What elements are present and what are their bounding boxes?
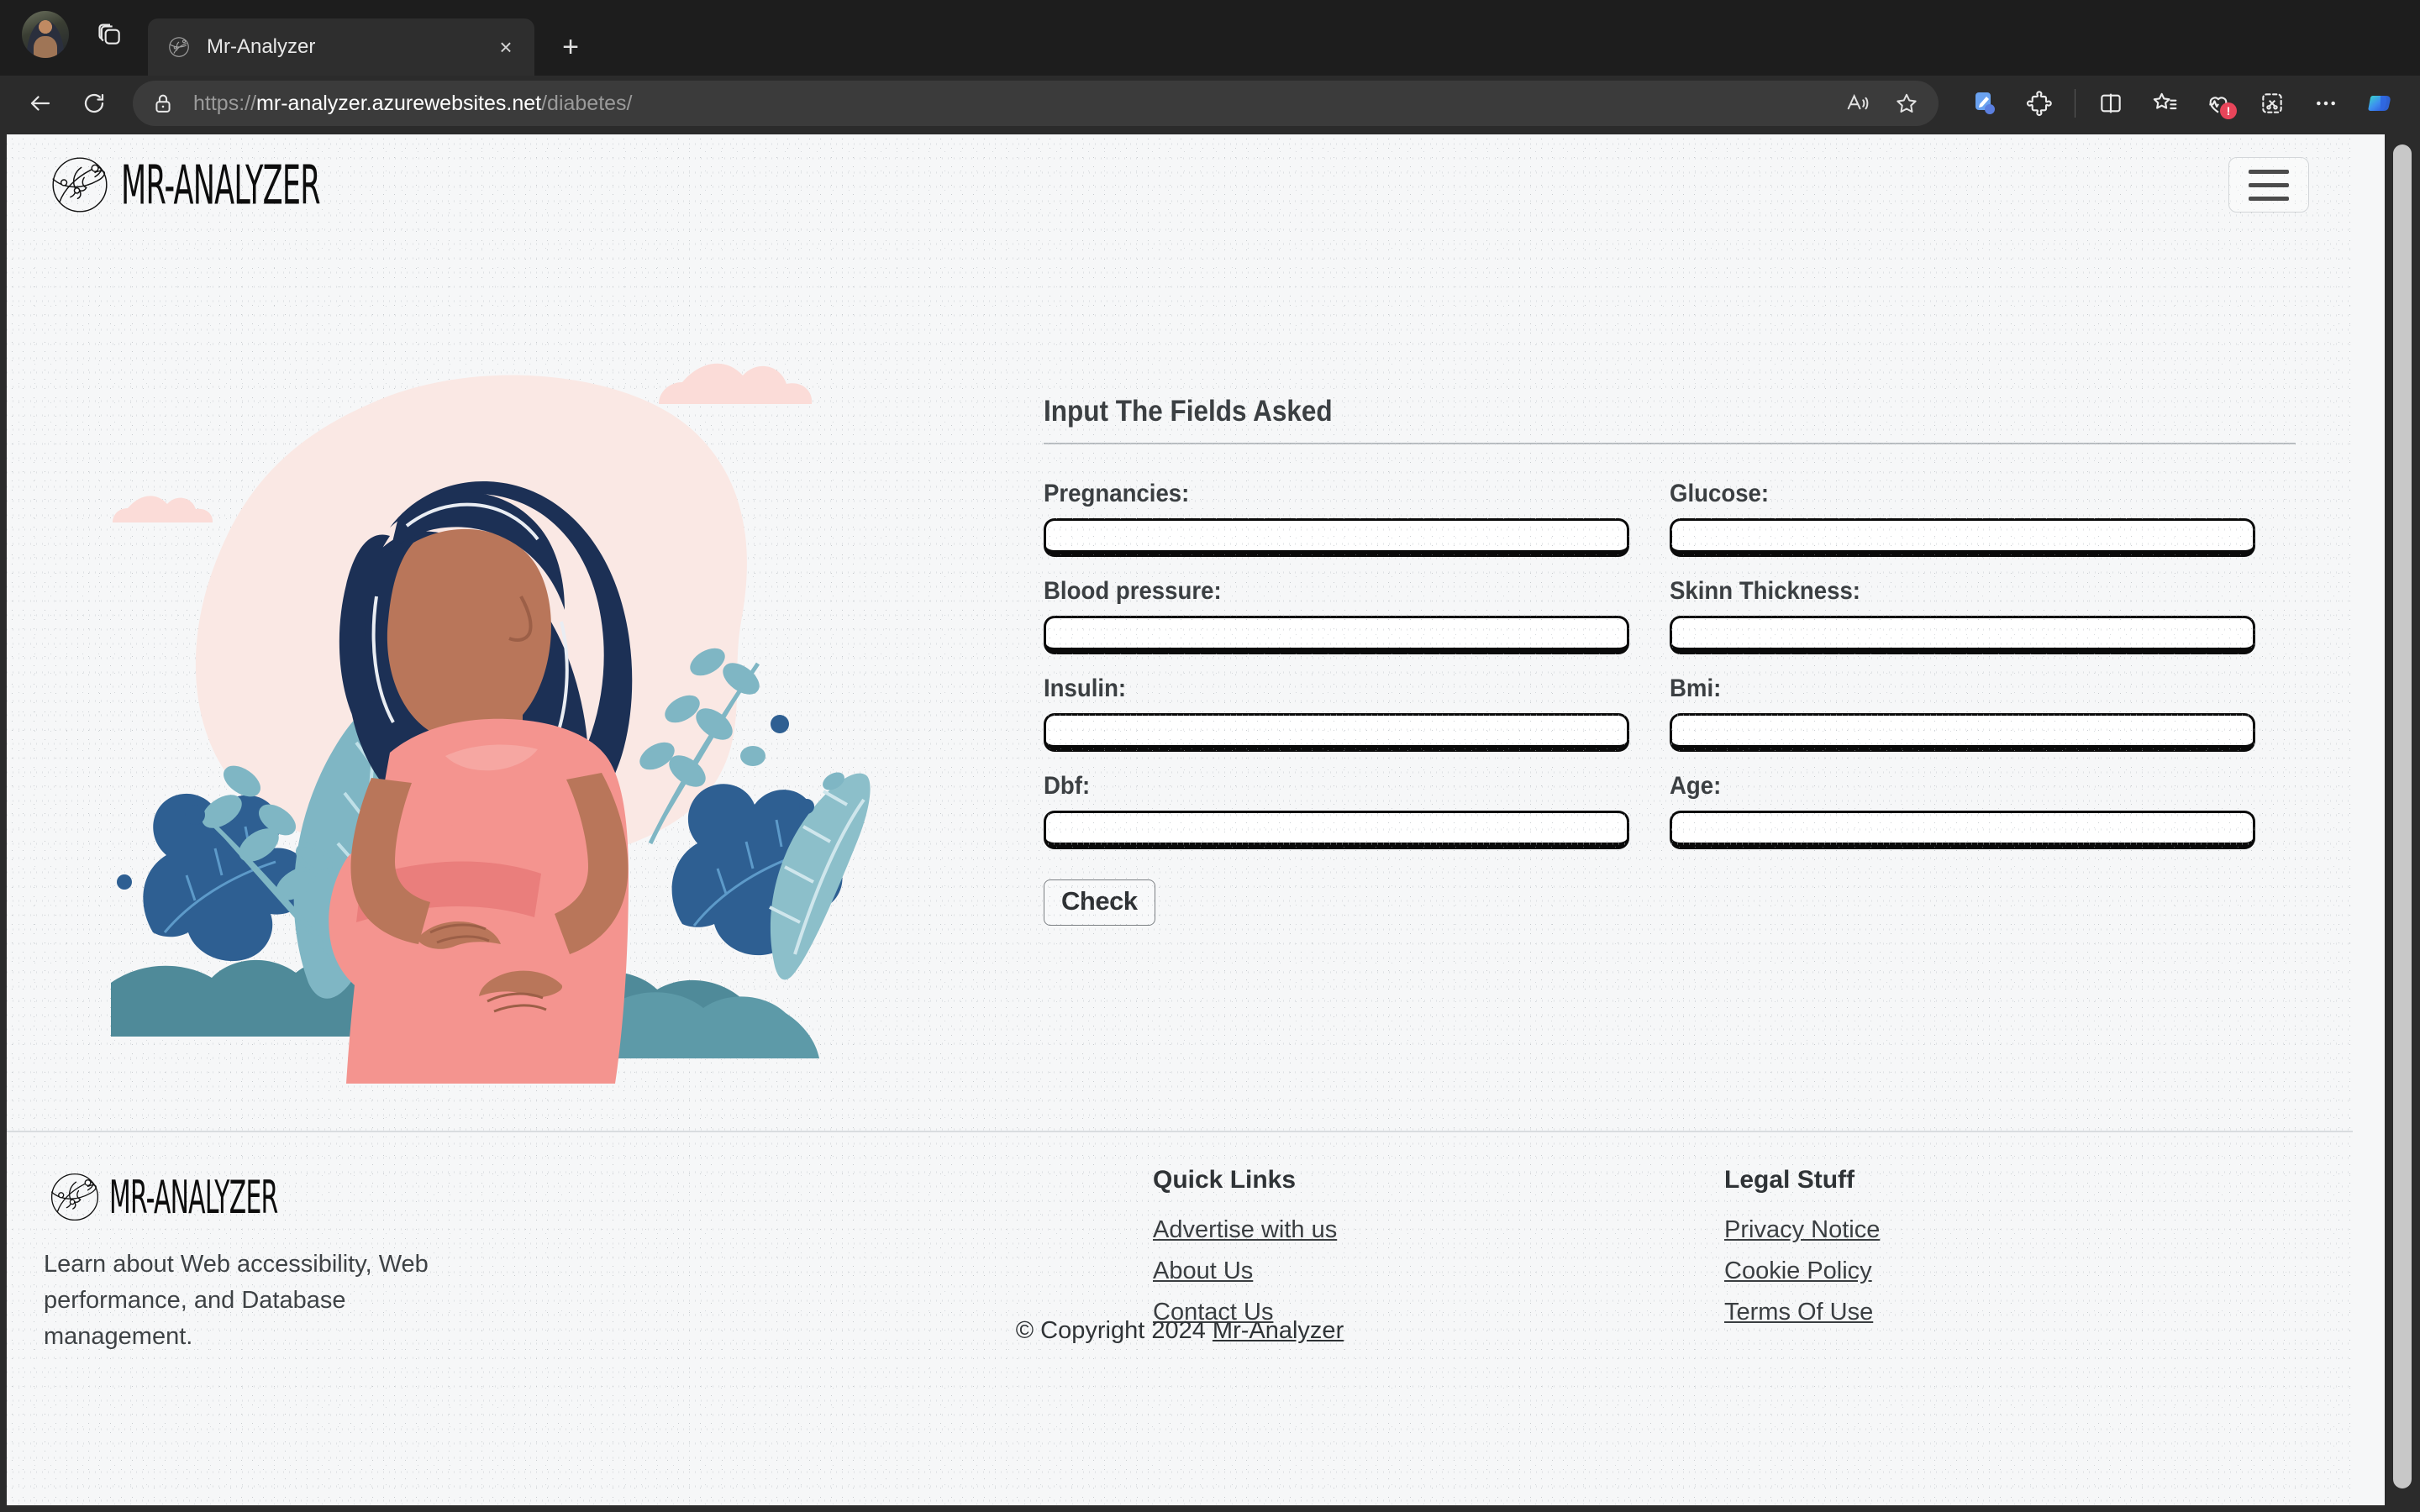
- navbar-toggle-button[interactable]: [2228, 157, 2309, 213]
- tab-close-icon[interactable]: ×: [489, 30, 523, 64]
- browser-toolbar-actions: !: [1952, 81, 2405, 125]
- field-label: Glucose:: [1670, 480, 1770, 507]
- browser-window: Mr-Analyzer × + https://mr-analyzer.azur…: [0, 0, 2420, 1512]
- address-bar-actions: [1834, 83, 1930, 123]
- page-scrollbar[interactable]: [2385, 134, 2420, 1512]
- browser-tab[interactable]: Mr-Analyzer ×: [148, 18, 534, 76]
- field-label: Dbf:: [1044, 772, 1091, 800]
- field-dbf: Dbf:: [1044, 772, 1670, 849]
- field-pregnancies: Pregnancies:: [1044, 480, 1670, 557]
- hamburger-bar: [2249, 182, 2289, 187]
- brand-name: MR-ANALYZER: [121, 153, 321, 217]
- field-label: Blood pressure:: [1044, 577, 1222, 605]
- new-tab-button[interactable]: +: [548, 24, 593, 70]
- pregnant-woman-illustration: [111, 363, 871, 1084]
- footer-link-about-us[interactable]: About Us: [1153, 1257, 1253, 1285]
- legal-title: Legal Stuff: [1724, 1166, 1854, 1194]
- url-path: /diabetes/: [541, 91, 633, 115]
- hamburger-bar: [2249, 169, 2289, 174]
- read-aloud-icon[interactable]: [1834, 83, 1881, 123]
- settings-more-icon[interactable]: [2301, 81, 2351, 125]
- site-logo[interactable]: MR-ANALYZER: [44, 149, 397, 221]
- extensions-puzzle-icon[interactable]: [2014, 81, 2065, 125]
- footer-brand-globe-head-icon: [50, 1173, 99, 1221]
- footer-link-advertise[interactable]: Advertise with us: [1153, 1216, 1337, 1244]
- field-blood-pressure: Blood pressure:: [1044, 577, 1670, 654]
- dbf-input[interactable]: [1044, 811, 1629, 849]
- web-page: MR-ANALYZER Input The Fields Asked Pregn…: [7, 134, 2353, 1505]
- field-label: Age:: [1670, 772, 1722, 800]
- pregnancies-input[interactable]: [1044, 518, 1629, 557]
- tab-stack-icon[interactable]: [87, 12, 133, 57]
- field-age: Age:: [1670, 772, 2296, 849]
- split-screen-icon[interactable]: [2086, 81, 2136, 125]
- field-label: Insulin:: [1044, 675, 1127, 702]
- main-content: Input The Fields Asked Pregnancies: Gluc…: [7, 235, 2353, 1109]
- field-bmi: Bmi:: [1670, 675, 2296, 752]
- tabstrip-left-icons: [12, 0, 133, 76]
- field-skin-thickness: Skinn Thickness:: [1670, 577, 2296, 654]
- tab-favicon-globe-head-icon: [169, 37, 189, 57]
- field-glucose: Glucose:: [1670, 480, 2296, 557]
- skin-thickness-input[interactable]: [1670, 616, 2255, 654]
- form-fields: Pregnancies: Glucose: Blood pressure: Sk…: [1044, 480, 2296, 869]
- copyright-text: © Copyright 2024: [1015, 1316, 1213, 1344]
- field-insulin: Insulin:: [1044, 675, 1670, 752]
- quick-links-title: Quick Links: [1153, 1166, 1297, 1194]
- profile-avatar[interactable]: [22, 11, 69, 58]
- site-header: MR-ANALYZER: [7, 134, 2353, 235]
- field-label: Skinn Thickness:: [1670, 577, 1861, 605]
- age-input[interactable]: [1670, 811, 2255, 849]
- screenshot-capture-icon[interactable]: [2247, 81, 2297, 125]
- field-label: Bmi:: [1670, 675, 1722, 702]
- form-heading-divider: [1044, 443, 2296, 444]
- copyright-line: © Copyright 2024 Mr-Analyzer: [7, 1317, 2353, 1345]
- footer-logo[interactable]: MR-ANALYZER: [44, 1166, 1153, 1228]
- page-viewport: MR-ANALYZER Input The Fields Asked Pregn…: [7, 134, 2385, 1505]
- copyright-brand-link[interactable]: Mr-Analyzer: [1213, 1317, 1344, 1344]
- tab-title: Mr-Analyzer: [207, 35, 316, 58]
- form-heading: Input The Fields Asked: [1044, 395, 1333, 428]
- browser-essentials-icon[interactable]: !: [2193, 81, 2244, 125]
- footer-link-privacy-notice[interactable]: Privacy Notice: [1724, 1216, 1880, 1244]
- hamburger-bar: [2249, 196, 2289, 201]
- lock-icon: [155, 94, 171, 113]
- field-label: Pregnancies:: [1044, 480, 1190, 507]
- address-bar[interactable]: https://mr-analyzer.azurewebsites.net/di…: [133, 81, 1939, 126]
- brand-globe-head-icon: [52, 157, 108, 213]
- star-icon[interactable]: [1883, 83, 1930, 123]
- illustration-column: [44, 235, 1018, 1109]
- footer-link-cookie-policy[interactable]: Cookie Policy: [1724, 1257, 1872, 1285]
- collections-icon[interactable]: [2139, 81, 2190, 125]
- browser-essentials-badge: !: [2220, 102, 2237, 119]
- url-scheme: https://: [193, 91, 257, 115]
- footer-brand-name: MR-ANALYZER: [109, 1170, 278, 1224]
- bmi-input[interactable]: [1670, 713, 2255, 752]
- reload-icon[interactable]: [69, 81, 119, 125]
- scrollbar-thumb[interactable]: [2393, 144, 2412, 1488]
- back-arrow-icon[interactable]: [15, 81, 66, 125]
- insulin-input[interactable]: [1044, 713, 1629, 752]
- tab-strip: Mr-Analyzer × +: [0, 0, 2420, 76]
- blood-pressure-input[interactable]: [1044, 616, 1629, 654]
- site-footer: MR-ANALYZER Learn about Web accessibilit…: [7, 1132, 2353, 1355]
- address-bar-url: https://mr-analyzer.azurewebsites.net/di…: [193, 92, 633, 116]
- navigation-toolbar: https://mr-analyzer.azurewebsites.net/di…: [0, 76, 2420, 131]
- prediction-form: Input The Fields Asked Pregnancies: Gluc…: [1044, 235, 2316, 1109]
- glucose-input[interactable]: [1670, 518, 2255, 557]
- copilot-pages-icon[interactable]: [1960, 81, 2011, 125]
- url-host: mr-analyzer.azurewebsites.net: [256, 91, 542, 115]
- check-button[interactable]: Check: [1044, 879, 1155, 926]
- copilot-icon[interactable]: [2354, 81, 2405, 125]
